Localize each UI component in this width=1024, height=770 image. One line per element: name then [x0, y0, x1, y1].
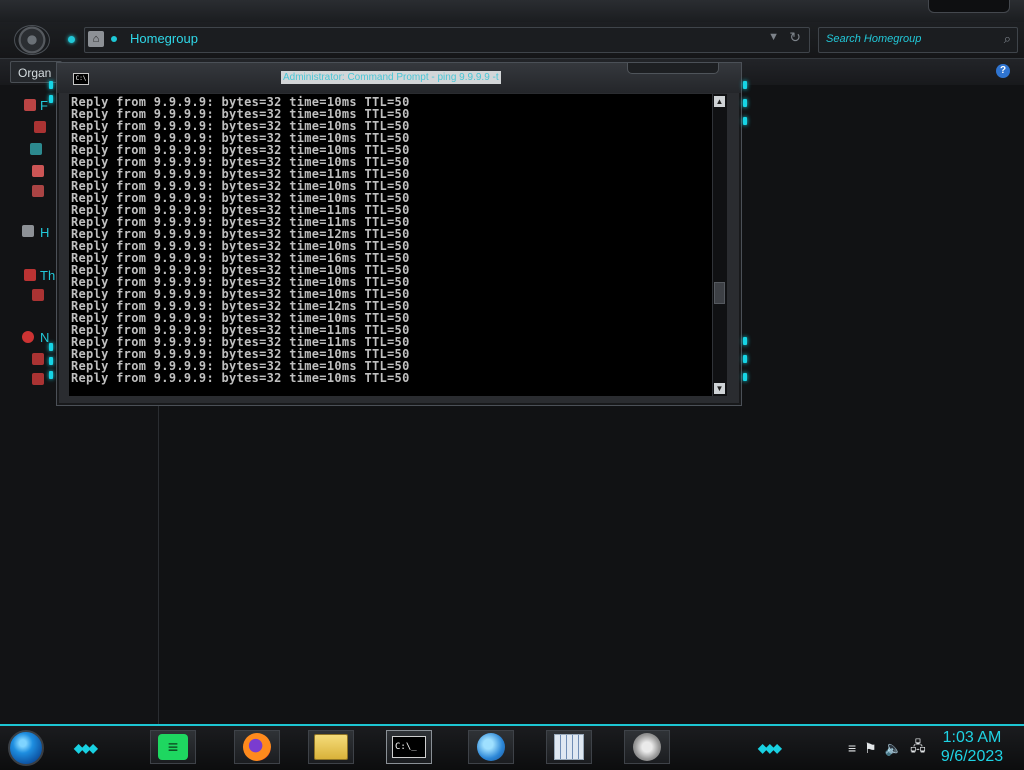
library-icon[interactable]	[32, 185, 44, 197]
start-orb-icon[interactable]	[8, 730, 44, 766]
frame-accent-icon	[743, 99, 747, 107]
explorer-nav-bar: ⌂ Homegroup ▼ ↻ Search Homegroup ⌕	[0, 22, 1024, 58]
nav-item-this-pc[interactable]: Th	[40, 268, 55, 283]
console-lines: Reply from 9.9.9.9: bytes=32 time=10ms T…	[71, 96, 410, 384]
cmd-window-title: Administrator: Command Prompt - ping 9.9…	[281, 71, 501, 84]
frame-accent-icon	[743, 337, 747, 345]
frame-accent-icon	[743, 355, 747, 363]
drive-icon[interactable]	[32, 289, 44, 301]
taskbar: ◆◆◆ ≡ C:\_ ◆◆◆ ≡ ⚑ 🔈 🖧 1:03 AM 9/6/2023	[0, 724, 1024, 770]
homegroup-icon: ⌂	[88, 31, 104, 47]
scroll-up-arrow-icon[interactable]: ▲	[714, 96, 725, 107]
cmd-title-bar[interactable]: C:\ Administrator: Command Prompt - ping…	[57, 63, 741, 93]
taskbar-app-command-prompt[interactable]: C:\_	[386, 730, 432, 764]
globe-icon	[477, 733, 505, 761]
frame-accent-icon	[49, 81, 53, 89]
frame-accent-icon	[743, 373, 747, 381]
speaker-icon	[633, 733, 661, 761]
frame-accent-icon	[49, 343, 53, 351]
system-tray: ≡ ⚑ 🔈 🖧	[848, 734, 926, 762]
system-clock[interactable]: 1:03 AM 9/6/2023	[930, 728, 1014, 766]
title-bar-ornament	[928, 0, 1010, 13]
nav-item-favorites[interactable]: F	[40, 98, 48, 113]
network-computer-icon[interactable]	[32, 373, 44, 385]
taskbar-accent-icon: ◆◆◆	[74, 741, 98, 755]
action-center-flag-icon[interactable]: ⚑	[864, 740, 877, 757]
help-icon[interactable]: ?	[996, 64, 1010, 78]
scroll-down-arrow-icon[interactable]: ▼	[714, 383, 725, 394]
taskbar-app-firefox[interactable]	[234, 730, 280, 764]
taskbar-app-file-explorer[interactable]	[308, 730, 354, 764]
command-prompt-window: C:\ Administrator: Command Prompt - ping…	[49, 62, 747, 406]
this-pc-icon	[24, 269, 36, 281]
network-status-icon[interactable]: 🖧	[910, 736, 926, 760]
network-icon	[22, 331, 34, 343]
explorer-title-bar[interactable]	[0, 0, 1024, 23]
title-bar-ornament	[627, 63, 719, 74]
breadcrumb-separator-icon[interactable]	[111, 36, 117, 42]
chevron-down-icon[interactable]: ▼	[768, 31, 779, 43]
organize-button[interactable]: Organ	[10, 61, 62, 83]
volume-icon[interactable]: 🔈	[885, 740, 902, 757]
frame-accent-icon	[49, 371, 53, 379]
taskbar-accent-icon: ◆◆◆	[758, 741, 782, 755]
cmd-icon: C:\_	[392, 736, 426, 758]
scroll-thumb[interactable]	[714, 282, 725, 304]
taskbar-app-network[interactable]	[468, 730, 514, 764]
favorites-icon	[24, 99, 36, 111]
address-text[interactable]: Homegroup	[130, 31, 198, 46]
spotify-icon: ≡	[158, 734, 188, 760]
frame-accent-icon	[49, 95, 53, 103]
vertical-scrollbar[interactable]: ▲ ▼	[712, 94, 727, 396]
console-output[interactable]: Reply from 9.9.9.9: bytes=32 time=10ms T…	[69, 94, 714, 396]
downloads-icon[interactable]	[30, 143, 42, 155]
taskbar-app-spotify[interactable]: ≡	[150, 730, 196, 764]
search-icon[interactable]: ⌕	[1004, 31, 1011, 47]
taskbar-app-calendar[interactable]	[546, 730, 592, 764]
frame-accent-icon	[743, 117, 747, 125]
calendar-icon	[554, 734, 584, 760]
frame-accent-icon	[49, 357, 53, 365]
nav-item-network[interactable]: N	[40, 330, 49, 345]
console-line: Reply from 9.9.9.9: bytes=32 time=10ms T…	[71, 371, 410, 385]
search-placeholder: Search Homegroup	[826, 33, 922, 45]
address-bar[interactable]: ⌂ Homegroup ▼ ↻	[84, 27, 810, 53]
desktop-icon[interactable]	[34, 121, 46, 133]
back-forward-orb-icon[interactable]	[14, 25, 50, 55]
firefox-icon	[243, 733, 271, 761]
network-computer-icon[interactable]	[32, 353, 44, 365]
clock-time: 1:03 AM	[942, 729, 1002, 746]
clock-date: 9/6/2023	[940, 748, 1004, 765]
cmd-window-icon[interactable]: C:\	[73, 73, 89, 85]
show-hidden-icons-icon[interactable]: ≡	[848, 740, 856, 756]
frame-accent-icon	[743, 81, 747, 89]
taskbar-app-volume[interactable]	[624, 730, 670, 764]
refresh-icon[interactable]: ↻	[789, 29, 801, 46]
recent-places-icon[interactable]	[32, 165, 44, 177]
recent-pages-dot-icon[interactable]	[68, 36, 75, 43]
homegroup-nav-icon	[22, 225, 34, 237]
folder-icon	[314, 734, 348, 760]
search-input[interactable]: Search Homegroup ⌕	[818, 27, 1018, 53]
nav-item-homegroup[interactable]: H	[40, 225, 49, 240]
